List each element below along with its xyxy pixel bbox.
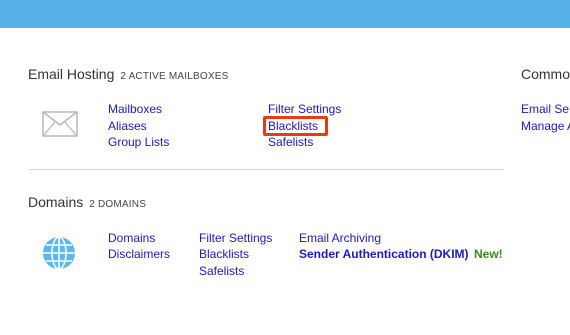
- domains-heading: Domains 2 DOMAINS: [28, 194, 146, 212]
- email-hosting-title: Email Hosting: [28, 66, 115, 82]
- email-hosting-subtitle: 2 ACTIVE MAILBOXES: [120, 71, 229, 82]
- link-safelists[interactable]: Safelists: [268, 135, 313, 149]
- domains-subtitle: 2 DOMAINS: [89, 199, 147, 210]
- link-sender-authentication[interactable]: Sender Authentication (DKIM): [299, 247, 469, 261]
- link-mailboxes[interactable]: Mailboxes: [108, 102, 162, 116]
- link-group-lists[interactable]: Group Lists: [108, 135, 169, 149]
- blacklists-highlight-box: [263, 116, 328, 136]
- link-manage-account[interactable]: Manage A: [521, 119, 570, 133]
- globe-icon: [43, 236, 75, 270]
- top-bar: [0, 0, 570, 28]
- new-badge: New!: [474, 247, 503, 261]
- email-hosting-heading: Email Hosting 2 ACTIVE MAILBOXES: [28, 66, 228, 84]
- link-domain-filter-settings[interactable]: Filter Settings: [199, 231, 272, 245]
- link-email-archiving[interactable]: Email Archiving: [299, 231, 381, 245]
- link-domain-blacklists[interactable]: Blacklists: [199, 247, 249, 261]
- common-heading: Commo: [521, 66, 570, 84]
- link-email-settings[interactable]: Email Se: [521, 102, 569, 116]
- link-disclaimers[interactable]: Disclaimers: [108, 247, 170, 261]
- link-domain-safelists[interactable]: Safelists: [199, 264, 244, 278]
- link-domains[interactable]: Domains: [108, 231, 155, 245]
- domains-title: Domains: [28, 194, 84, 210]
- common-title: Commo: [521, 66, 570, 82]
- section-divider: [28, 169, 504, 170]
- envelope-icon: [42, 111, 78, 137]
- link-filter-settings[interactable]: Filter Settings: [268, 102, 341, 116]
- link-aliases[interactable]: Aliases: [108, 119, 147, 133]
